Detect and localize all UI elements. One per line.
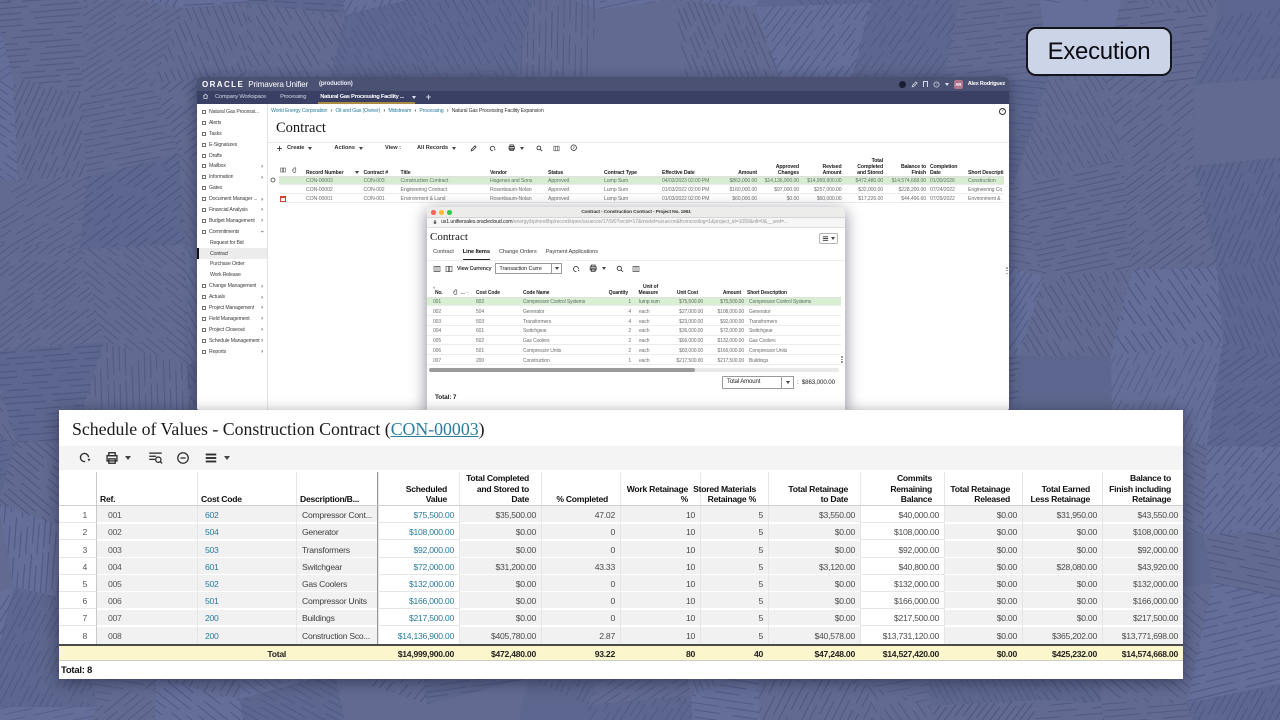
svg-text:?: ?: [572, 146, 575, 150]
svg-text:?: ?: [935, 82, 937, 86]
